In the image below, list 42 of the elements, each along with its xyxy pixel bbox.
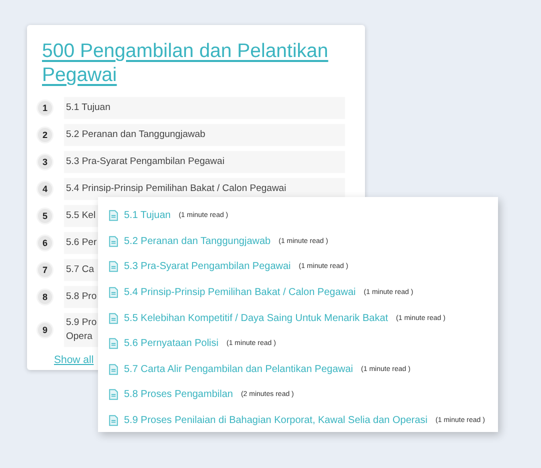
number-badge: 4 <box>38 182 52 196</box>
item-text: 5.6 Per <box>66 236 97 250</box>
article-title[interactable]: 500 Pengambilan dan Pelantikan Pegawai <box>42 39 345 87</box>
item-text: 5.1 Tujuan <box>66 101 110 115</box>
show-all-link[interactable]: Show all <box>54 354 94 366</box>
section-link[interactable]: 5.7 Carta Alir Pengambilan dan Pelantikan Pegawai <box>124 364 354 375</box>
number-badge: 2 <box>38 128 52 142</box>
item-text: 5.4 Prinsip-Prinsip Pemilihan Bakat / Calon Pegawai <box>66 182 286 196</box>
section-link[interactable]: 5.9 Proses Penilaian di Bahagian Korporat, Kawal Selia dan Operasi <box>124 415 428 426</box>
item-text: 5.5 Kel <box>66 209 96 223</box>
number-badge: 3 <box>38 155 52 169</box>
item-text: 5.3 Pra-Syarat Pengambilan Pegawai <box>66 155 224 169</box>
number-badge: 1 <box>38 101 52 115</box>
document-icon <box>109 261 118 272</box>
document-icon <box>109 236 118 247</box>
document-icon <box>109 312 118 324</box>
number-badge: 8 <box>38 290 52 304</box>
number-badge: 7 <box>38 263 52 277</box>
section-link[interactable]: 5.1 Tujuan <box>124 210 171 222</box>
document-icon <box>109 287 118 298</box>
item-text: 5.2 Peranan dan Tanggungjawab <box>66 128 206 142</box>
section-link[interactable]: 5.4 Prinsip-Prinsip Pemilihan Bakat / Calon Pegawai <box>124 287 356 298</box>
item-text: 5.9 Pro <box>66 316 97 330</box>
item-text: 5.7 Ca <box>66 263 94 277</box>
section-link[interactable]: 5.6 Pernyataan Polisi <box>124 338 219 350</box>
list-row[interactable]: 5.3 Pra-Syarat Pengambilan Pegawai <box>64 151 345 173</box>
number-badge: 9 <box>38 323 52 337</box>
section-link[interactable]: 5.2 Peranan dan Tanggungjawab <box>124 236 271 247</box>
item-text: Opera <box>66 330 92 344</box>
document-icon <box>109 364 118 375</box>
section-link[interactable]: 5.3 Pra-Syarat Pengambilan Pegawai <box>124 261 291 272</box>
item-text: 5.8 Pro <box>66 290 97 304</box>
list-row[interactable]: 5.1 Tujuan <box>64 97 345 119</box>
section-link[interactable]: 5.5 Kelebihan Kompetitif / Daya Saing Untuk Menarik Bakat <box>124 312 388 324</box>
number-badge: 5 <box>38 209 52 223</box>
document-icon <box>109 415 118 426</box>
number-badge: 6 <box>38 236 52 250</box>
list-row[interactable]: 5.2 Peranan dan Tanggungjawab <box>64 124 345 146</box>
document-icon <box>109 210 118 222</box>
document-icon <box>109 338 118 350</box>
section-link[interactable]: 5.8 Proses Pengambilan <box>124 389 233 400</box>
document-icon <box>109 389 118 400</box>
